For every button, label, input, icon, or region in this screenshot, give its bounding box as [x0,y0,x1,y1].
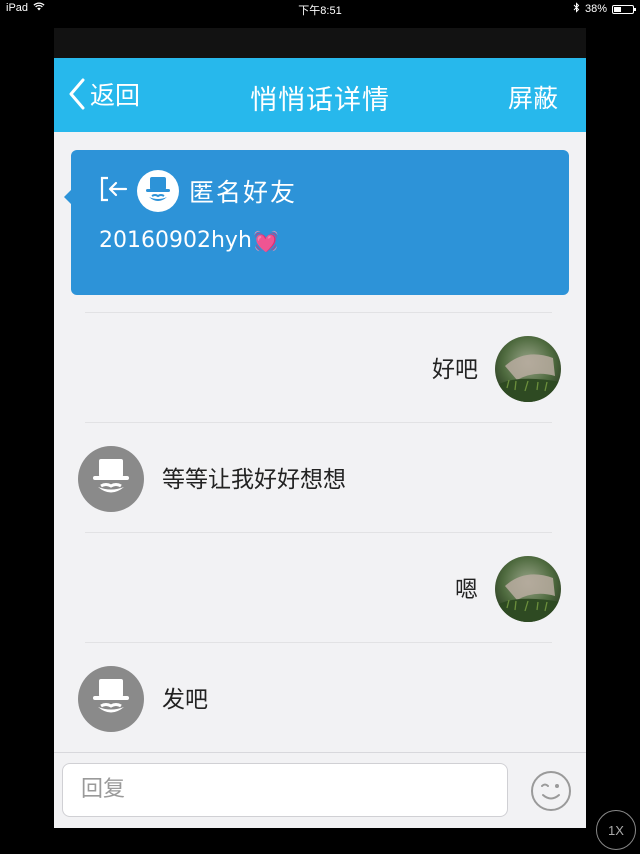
anonymous-avatar[interactable] [78,666,144,732]
message-row: 嗯 [54,534,586,642]
anonymous-avatar-icon [137,170,179,212]
anonymous-friend-name: 匿名好友 [189,178,298,207]
status-bar: iPad 下午8:51 38% [0,0,640,18]
divider [85,422,552,423]
message-text: 好吧 [432,357,478,383]
heart-emoji: 💓 [253,228,279,253]
page-title: 悄悄话详情 [250,85,390,116]
app-window: 返回 悄悄话详情 屏蔽 匿名好友 20160902hyh 💓 好吧 等等让我好好… [54,28,586,828]
user-avatar[interactable] [495,556,561,622]
divider [85,532,552,533]
anonymous-avatar[interactable] [78,446,144,512]
divider [85,312,552,313]
anonymous-hat-icon [93,679,129,713]
nav-bar: 返回 悄悄话详情 屏蔽 [54,58,586,132]
bluetooth-icon [573,2,580,16]
exit-icon[interactable] [99,175,129,207]
reply-input[interactable]: 回复 [62,763,508,817]
block-button[interactable]: 屏蔽 [508,79,558,115]
message-row: 好吧 [54,314,586,422]
topic-card: 匿名好友 20160902hyh 💓 [64,150,569,295]
zoom-1x-button[interactable]: 1X [596,810,636,850]
divider [85,642,552,643]
message-text: 嗯 [455,577,478,603]
reply-bar: 回复 [54,752,586,828]
user-avatar[interactable] [495,336,561,402]
emoji-button[interactable] [530,770,572,812]
message-text: 发吧 [162,687,208,713]
topic-text: 20160902hyh [99,228,252,253]
status-time: 下午8:51 [298,5,342,17]
message-text: 等等让我好好想想 [162,467,346,493]
message-row: 发吧 [54,644,586,752]
app-top-bar [54,28,586,58]
battery-percent: 38% [584,3,607,15]
anonymous-hat-icon [93,459,129,493]
message-row: 等等让我好好想想 [54,424,586,532]
battery-icon [612,4,636,14]
smiley-icon [531,771,571,811]
